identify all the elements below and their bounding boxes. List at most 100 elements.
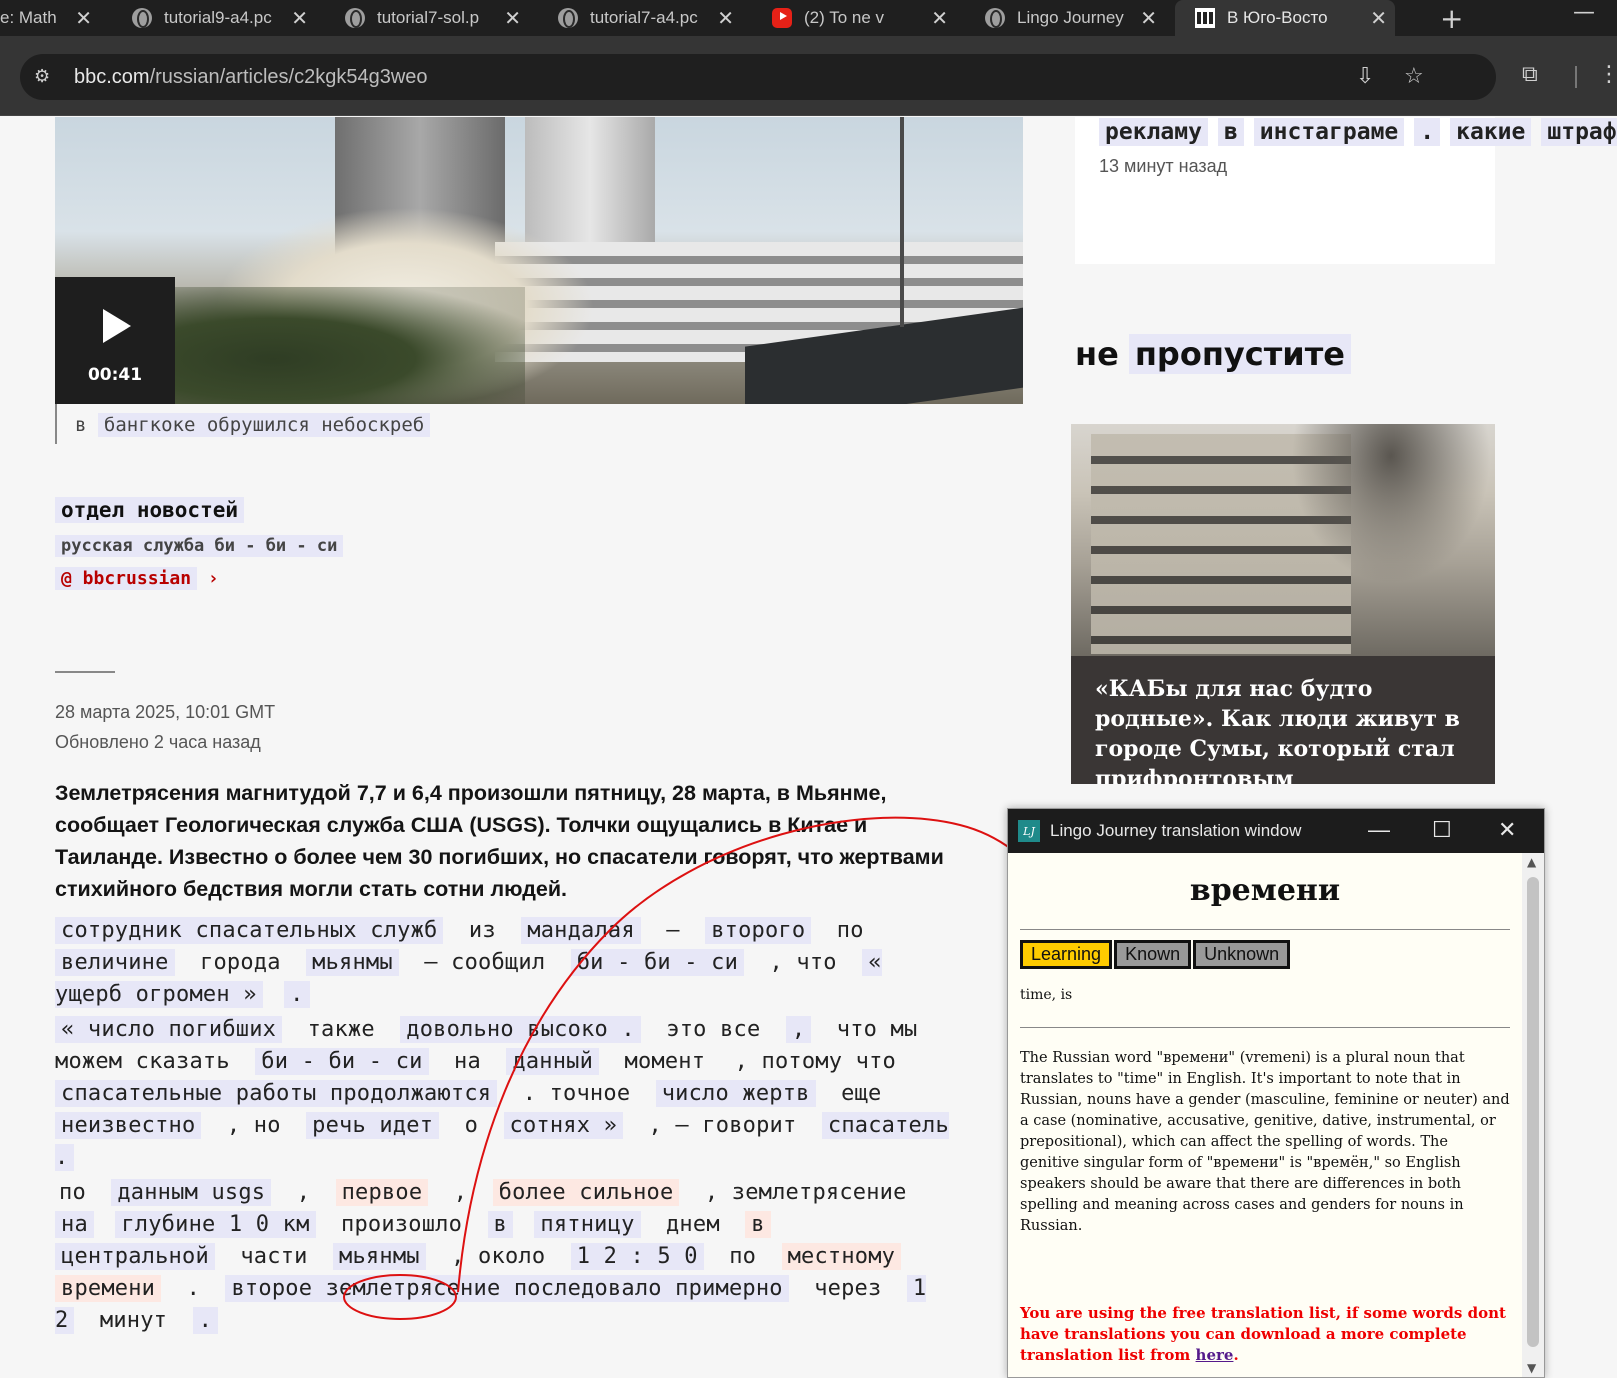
article-word[interactable]: еще [837,1080,885,1107]
article-word[interactable]: днем [662,1211,724,1238]
card-word[interactable]: штрафы [1541,118,1617,146]
browser-tab[interactable]: e: Math ✕ [0,0,100,36]
article-word[interactable]: . [183,1275,204,1302]
unknown-button[interactable]: Unknown [1193,940,1291,969]
author-service[interactable]: русская служба би - би - си [55,535,344,557]
article-word[interactable]: довольно высоко . [400,1016,641,1043]
video-thumbnail[interactable] [55,117,1023,404]
article-word[interactable]: в [487,1211,513,1238]
article-word[interactable]: би - би - си [570,949,745,976]
article-word[interactable]: о [461,1112,482,1139]
window-minimize-button[interactable]: — [1573,0,1595,25]
article-word[interactable]: времени [55,1275,162,1302]
browser-tab[interactable]: tutorial9-a4.pc ✕ [112,0,316,36]
article-word[interactable]: минут [96,1307,171,1334]
article-word[interactable]: первое [335,1179,429,1206]
article-word[interactable]: речь идет [306,1112,440,1139]
article-word[interactable]: местному [781,1243,902,1270]
window-titlebar[interactable]: LJ Lingo Journey translation window — ☐ … [1008,809,1544,853]
article-word[interactable]: неизвестно [55,1112,202,1139]
article-word[interactable]: второго [705,917,812,944]
article-word[interactable]: пятницу [534,1211,641,1238]
heading-word[interactable]: пропустите [1128,334,1351,374]
article-word[interactable]: более сильное [492,1179,680,1206]
article-word[interactable]: по [833,917,868,944]
scroll-up-icon[interactable]: ▲ [1527,855,1536,869]
tab-close-icon[interactable]: ✕ [717,6,734,31]
article-word[interactable]: спасательные работы продолжаются [55,1080,498,1107]
heading-word[interactable]: не [1075,335,1119,373]
article-word[interactable]: мьянмы [333,1243,426,1270]
article-word[interactable]: второе землетрясение последовало примерн… [225,1275,789,1302]
article-word[interactable]: на [55,1211,94,1238]
article-word[interactable]: — сообщил [420,949,549,976]
tab-close-icon[interactable]: ✕ [75,6,92,31]
author-name[interactable]: отдел новостей [55,497,245,523]
tab-close-icon[interactable]: ✕ [291,6,308,31]
caption-word[interactable]: в [75,414,86,436]
play-button[interactable]: 00:41 [55,277,175,404]
promo-headline[interactable]: «КАБы для нас будто родные». Как люди жи… [1095,674,1475,784]
article-word[interactable]: данным usgs [111,1179,272,1206]
browser-tab[interactable]: (2) To ne v ✕ [752,0,956,36]
article-word[interactable]: это все [662,1016,764,1043]
article-word[interactable]: би - би - си [255,1048,429,1075]
tab-close-icon[interactable]: ✕ [1140,6,1157,31]
article-word[interactable]: данный [506,1048,600,1075]
minimize-button[interactable]: — [1368,817,1390,843]
browser-tab[interactable]: Lingo Journey ✕ [965,0,1165,36]
article-word[interactable]: глубине 1 0 км [115,1211,316,1238]
article-word[interactable]: « число погибших [55,1016,283,1043]
browser-tab[interactable]: В Юго-Восто ✕ [1175,0,1395,36]
caption-word[interactable]: бангкоке обрушился небоскреб [97,413,431,437]
article-word[interactable]: также [304,1016,379,1043]
related-article-card[interactable]: рекламувинстаграме.какиештрафыиубыткимог… [1075,117,1617,264]
article-word[interactable]: произошло [337,1211,466,1238]
card-word[interactable]: инстаграме [1253,118,1405,146]
download-link[interactable]: here [1196,1346,1234,1364]
learning-button[interactable]: Learning [1020,940,1113,969]
browser-tab[interactable]: tutorial7-a4.pc ✕ [538,0,742,36]
article-word[interactable]: , [785,1016,812,1043]
article-word[interactable]: , что [766,949,841,976]
article-word[interactable]: . [284,981,310,1008]
article-word[interactable]: , но [223,1112,285,1139]
tab-close-icon[interactable]: ✕ [1370,6,1387,31]
close-button[interactable]: ✕ [1498,817,1516,843]
article-word[interactable]: сотрудник спасательных служб [55,917,444,944]
article-word[interactable]: из [465,917,500,944]
article-word[interactable]: части [236,1243,311,1270]
article-word[interactable]: 1 2 : 5 0 [570,1243,704,1270]
scrollbar[interactable]: ▲ ▼ [1522,853,1544,1377]
maximize-button[interactable]: ☐ [1432,817,1452,843]
card-word[interactable]: рекламу [1099,118,1208,146]
card-word[interactable]: в [1217,118,1244,146]
scroll-down-icon[interactable]: ▼ [1527,1361,1536,1375]
bookmark-star-icon[interactable]: ☆ [1404,64,1424,89]
article-word[interactable]: по [55,1179,90,1206]
promo-card[interactable]: «КАБы для нас будто родные». Как люди жи… [1071,424,1495,784]
article-word[interactable]: на [450,1048,485,1075]
menu-icon[interactable]: ⋮ [1598,62,1617,87]
tab-close-icon[interactable]: ✕ [931,6,948,31]
article-word[interactable]: мандалая [521,917,641,944]
article-word[interactable]: , потому что [731,1048,900,1075]
article-word[interactable]: , землетрясение [701,1179,911,1206]
card-word[interactable]: . [1414,118,1441,146]
article-word[interactable]: . [192,1307,219,1334]
new-tab-button[interactable]: + [1440,2,1463,35]
article-word[interactable]: момент [621,1048,710,1075]
site-settings-icon[interactable]: ⚙ [34,66,56,88]
article-word[interactable]: , [293,1179,314,1206]
article-word[interactable]: — [662,917,683,944]
known-button[interactable]: Known [1114,940,1192,969]
article-word[interactable]: величине [55,949,175,976]
omnibox[interactable]: ⚙ bbc.com/russian/articles/c2kgk54g3weo … [20,54,1496,100]
install-app-icon[interactable]: ⇩ [1356,64,1374,89]
article-word[interactable]: по [725,1243,760,1270]
article-word[interactable]: , около [447,1243,549,1270]
article-word[interactable]: число жертв [655,1080,816,1107]
extensions-icon[interactable]: ⧉ [1522,62,1538,87]
url-text[interactable]: bbc.com/russian/articles/c2kgk54g3weo [74,66,428,89]
browser-tab[interactable]: tutorial7-sol.p ✕ [325,0,529,36]
